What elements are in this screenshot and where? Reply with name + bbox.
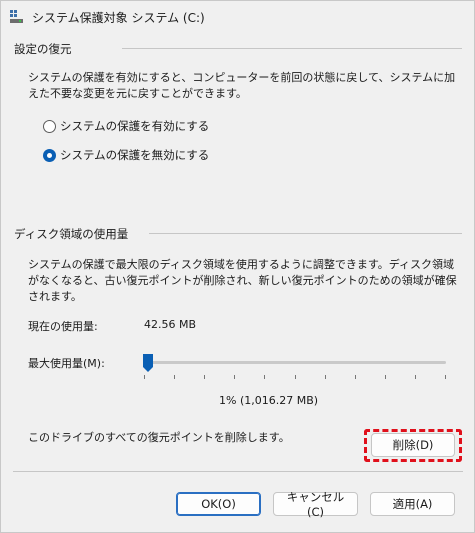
delete-description: このドライブのすべての復元ポイントを削除します。 <box>28 431 290 444</box>
slider-tick <box>415 375 416 379</box>
window-title: システム保護対象 システム (C:) <box>32 11 205 25</box>
disk-usage-label: ディスク領域の使用量 <box>14 227 129 241</box>
slider-tick <box>445 375 446 379</box>
apply-button[interactable]: 適用(A) <box>370 492 455 516</box>
slider-tick <box>234 375 235 379</box>
group-divider <box>122 48 462 49</box>
radio-label: システムの保護を有効にする <box>60 119 210 133</box>
radio-unchecked-icon <box>43 119 56 133</box>
max-usage-readout: 1% (1,016.27 MB) <box>219 394 319 407</box>
delete-button[interactable]: 削除(D) <box>371 433 455 457</box>
slider-tick <box>204 375 205 379</box>
radio-label: システムの保護を無効にする <box>60 148 210 162</box>
current-usage-label: 現在の使用量: <box>28 320 98 333</box>
restore-settings-label: 設定の復元 <box>14 42 72 56</box>
slider-tick <box>385 375 386 379</box>
system-protection-dialog: システム保護対象 システム (C:) 設定の復元 システムの保護を有効にすると、… <box>0 0 475 533</box>
restore-settings-description: システムの保護を有効にすると、コンピューターを前回の状態に戻して、システムに加え… <box>28 71 456 100</box>
slider-tick <box>144 375 145 379</box>
slider-tick <box>355 375 356 379</box>
radio-checked-icon <box>43 148 56 162</box>
max-usage-slider-thumb[interactable] <box>142 353 154 373</box>
group-divider <box>149 233 462 234</box>
cancel-button[interactable]: キャンセル(C) <box>273 490 358 519</box>
slider-tick <box>264 375 265 379</box>
system-protection-icon <box>10 10 23 23</box>
slider-tick <box>174 375 175 379</box>
title-bar: システム保護対象 システム (C:) <box>1 1 474 33</box>
slider-tick <box>295 375 296 379</box>
disable-protection-radio[interactable]: システムの保護を無効にする <box>43 147 209 163</box>
max-usage-label: 最大使用量(M): <box>28 357 105 370</box>
slider-tick <box>325 375 326 379</box>
disk-usage-description: システムの保護で最大限のディスク領域を使用するように調整できます。ディスク領域が… <box>28 258 457 303</box>
ok-button[interactable]: OK(O) <box>176 492 261 516</box>
footer-separator <box>13 471 463 472</box>
max-usage-slider-track[interactable] <box>144 361 446 364</box>
enable-protection-radio[interactable]: システムの保護を有効にする <box>43 118 209 134</box>
current-usage-value: 42.56 MB <box>144 318 197 331</box>
